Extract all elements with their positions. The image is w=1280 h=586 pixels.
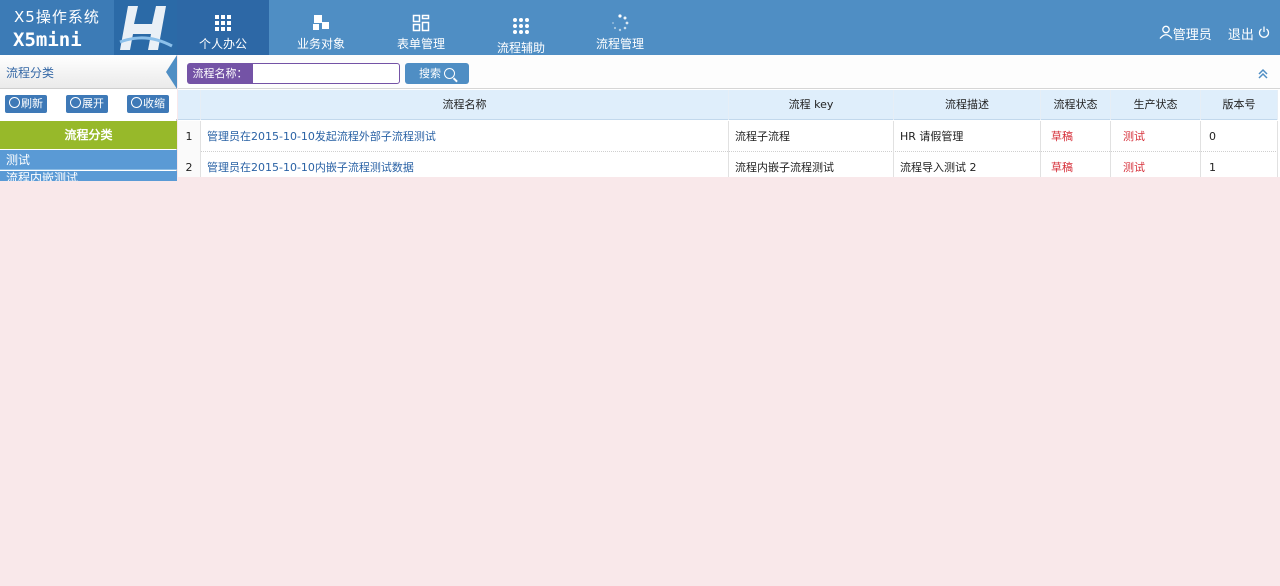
col-version[interactable]: 版本号 bbox=[1201, 90, 1278, 120]
nav-label: 流程管理 bbox=[595, 37, 644, 51]
brand-title: X5操作系统 bbox=[14, 8, 100, 26]
form-icon bbox=[412, 14, 430, 32]
search-label: 流程名称： bbox=[187, 63, 253, 84]
logo-h-icon bbox=[119, 6, 173, 50]
sidebar-toolbar: 刷新 展开 收缩 bbox=[0, 89, 177, 119]
admin-link[interactable]: 管理员 bbox=[1159, 24, 1212, 43]
brand-logo bbox=[114, 0, 177, 55]
sidebar-collapse-icon[interactable] bbox=[163, 55, 177, 89]
search-icon bbox=[444, 68, 455, 79]
tree-item-test[interactable]: 测试 bbox=[0, 150, 177, 170]
collapse-label: 收缩 bbox=[143, 97, 165, 110]
nav-label: 个人办公 bbox=[198, 37, 247, 51]
cell-process-key: 流程子流程 bbox=[729, 121, 894, 152]
category-header: 流程分类 bbox=[0, 121, 177, 149]
cell-process-name-link[interactable]: 管理员在2015-10-10发起流程外部子流程测试 bbox=[201, 121, 729, 152]
sidebar-title: 流程分类 bbox=[6, 66, 55, 80]
col-production-status[interactable]: 生产状态 bbox=[1111, 90, 1201, 120]
nav-process-management[interactable]: 流程管理 bbox=[573, 0, 667, 55]
dots-icon bbox=[513, 18, 529, 34]
sidebar-header: 流程分类 bbox=[0, 55, 177, 89]
refresh-label: 刷新 bbox=[21, 97, 43, 110]
cell-process-desc: 流程导入测试 2 bbox=[894, 152, 1041, 177]
tree-item-embedded[interactable]: 流程内嵌测试 bbox=[0, 171, 177, 181]
nav-personal-office[interactable]: 个人办公 bbox=[177, 0, 269, 55]
nav-process-assist[interactable]: 流程辅助 bbox=[469, 0, 573, 55]
cell-process-status: 草稿 bbox=[1041, 152, 1111, 177]
nav-business-object[interactable]: 业务对象 bbox=[269, 0, 373, 55]
brand-block: X5操作系统 X5mini bbox=[0, 0, 177, 55]
main-content: 流程名称： 搜索 流程名称 流程 key 流程描述 流程状态 生产状态 版本号 … bbox=[178, 55, 1280, 177]
expand-label: 展开 bbox=[82, 97, 104, 110]
loading-icon bbox=[612, 14, 629, 32]
brand-subtitle: X5mini bbox=[13, 29, 82, 51]
search-bar: 流程名称： 搜索 bbox=[178, 55, 1280, 89]
minus-circle-icon bbox=[131, 97, 142, 108]
plus-circle-icon bbox=[70, 97, 81, 108]
cell-version: 0 bbox=[1201, 121, 1278, 152]
nav-label: 流程辅助 bbox=[496, 41, 545, 55]
search-button-label: 搜索 bbox=[419, 67, 441, 80]
nav-label: 业务对象 bbox=[296, 37, 345, 51]
col-process-key[interactable]: 流程 key bbox=[729, 90, 894, 120]
table-row[interactable]: 1 管理员在2015-10-10发起流程外部子流程测试 流程子流程 HR 请假管… bbox=[178, 121, 1278, 152]
col-process-name[interactable]: 流程名称 bbox=[201, 90, 729, 120]
table-row[interactable]: 2 管理员在2015-10-10内嵌子流程测试数据 流程内嵌子流程测试 流程导入… bbox=[178, 152, 1278, 177]
power-icon bbox=[1258, 26, 1270, 38]
logout-link[interactable]: 退出 bbox=[1228, 24, 1270, 43]
user-icon bbox=[1159, 25, 1173, 39]
admin-label: 管理员 bbox=[1172, 28, 1212, 43]
grid-icon bbox=[215, 15, 231, 31]
nav-form-management[interactable]: 表单管理 bbox=[373, 0, 469, 55]
cell-index: 2 bbox=[178, 152, 201, 177]
cell-process-name-link[interactable]: 管理员在2015-10-10内嵌子流程测试数据 bbox=[201, 152, 729, 177]
process-name-input[interactable] bbox=[252, 63, 400, 84]
cell-process-desc: HR 请假管理 bbox=[894, 121, 1041, 152]
logout-label: 退出 bbox=[1227, 28, 1254, 43]
nav-label: 表单管理 bbox=[396, 37, 445, 51]
search-button[interactable]: 搜索 bbox=[405, 63, 469, 84]
sidebar: 流程分类 刷新 展开 收缩 流程分类 测试 流程内嵌测试 bbox=[0, 55, 177, 181]
cell-index: 1 bbox=[178, 121, 201, 152]
top-header: X5操作系统 X5mini 个人办公 业务对象 表单管理 流程辅助 流程管理 管… bbox=[0, 0, 1280, 55]
col-index bbox=[178, 90, 201, 120]
user-area: 管理员 退出 bbox=[1159, 24, 1270, 43]
col-process-desc[interactable]: 流程描述 bbox=[894, 90, 1041, 120]
cell-process-status: 草稿 bbox=[1041, 121, 1111, 152]
refresh-button[interactable]: 刷新 bbox=[5, 95, 47, 113]
cell-production-status: 测试 bbox=[1111, 121, 1201, 152]
collapse-button[interactable]: 收缩 bbox=[127, 95, 169, 113]
cell-production-status: 测试 bbox=[1111, 152, 1201, 177]
refresh-icon bbox=[9, 97, 20, 108]
cell-version: 1 bbox=[1201, 152, 1278, 177]
cell-process-key: 流程内嵌子流程测试 bbox=[729, 152, 894, 177]
blocks-icon bbox=[313, 15, 329, 30]
double-chevron-up-icon[interactable] bbox=[1256, 67, 1270, 81]
table-header: 流程名称 流程 key 流程描述 流程状态 生产状态 版本号 bbox=[178, 90, 1278, 120]
col-process-status[interactable]: 流程状态 bbox=[1041, 90, 1111, 120]
expand-button[interactable]: 展开 bbox=[66, 95, 108, 113]
